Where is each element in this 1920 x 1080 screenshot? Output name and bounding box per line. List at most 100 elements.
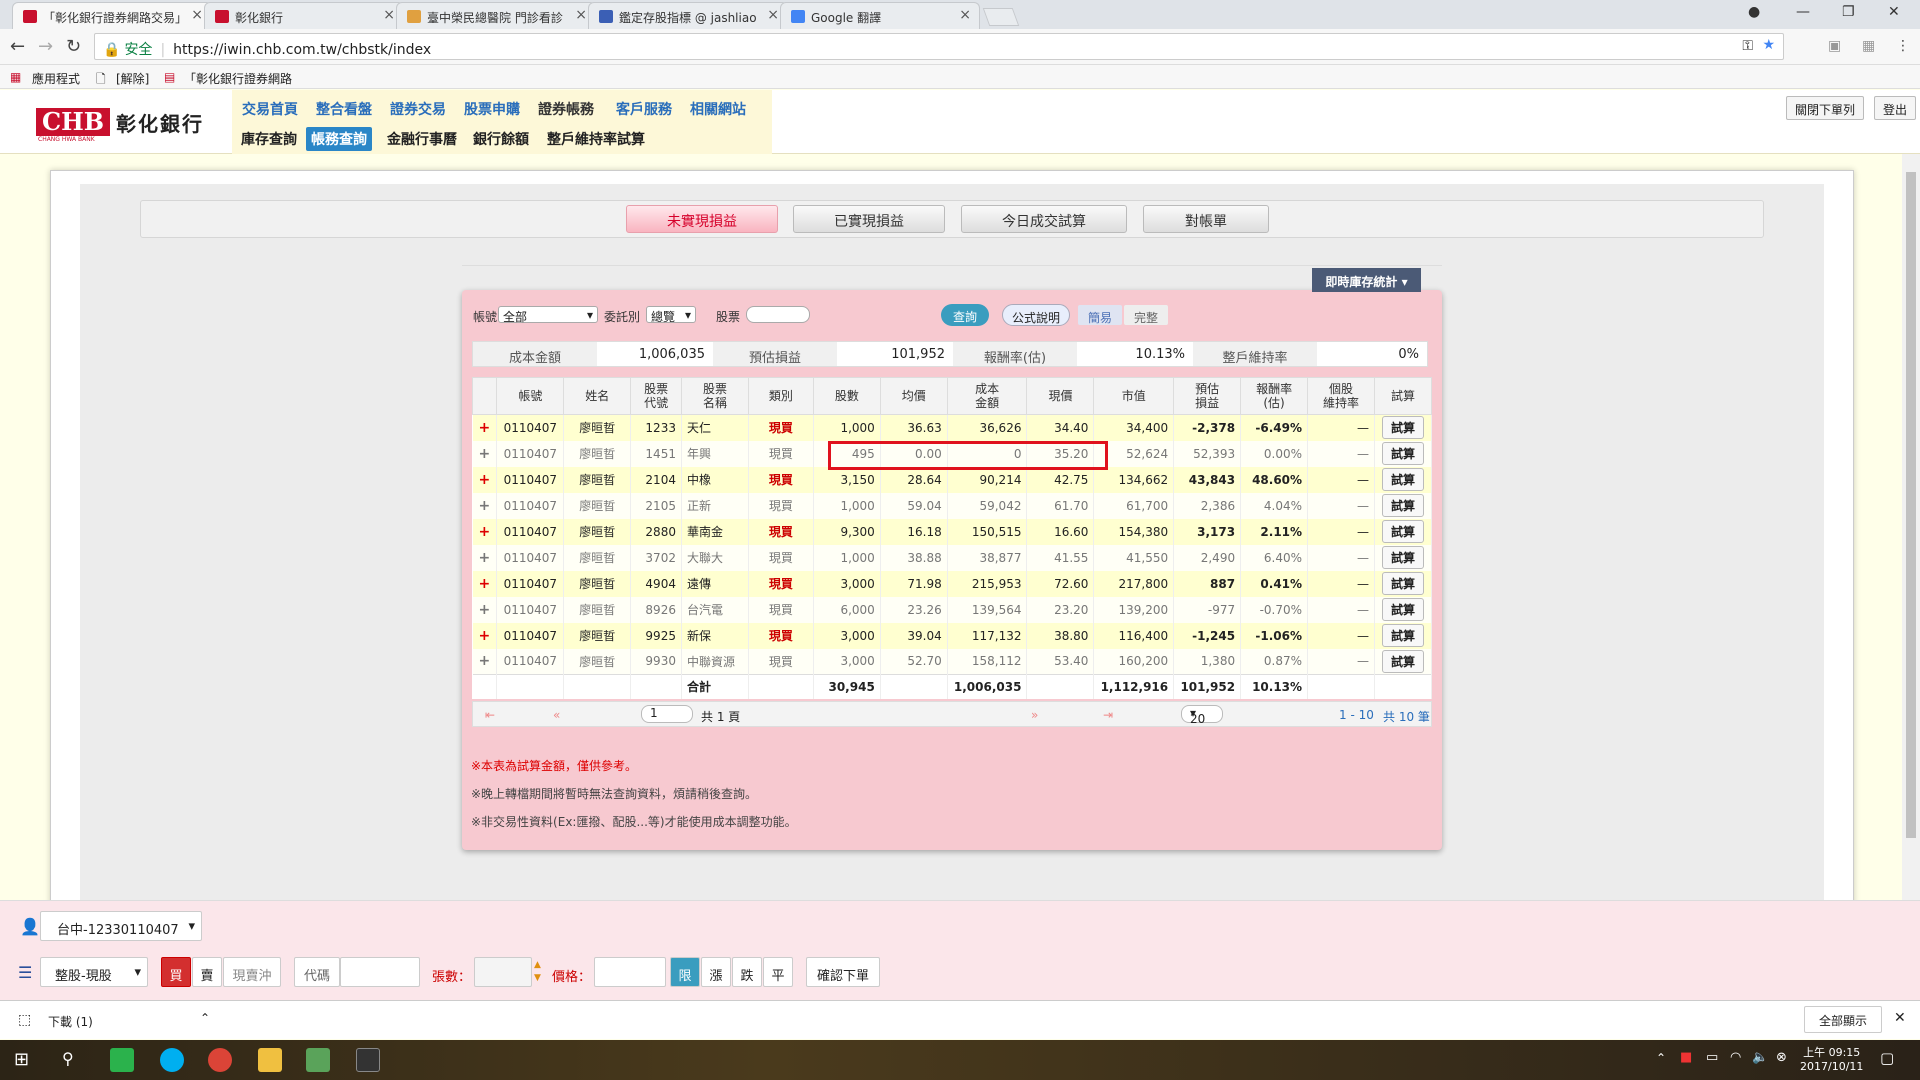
- back-icon[interactable]: ←: [10, 36, 25, 57]
- search-icon[interactable]: ⚲: [62, 1049, 74, 1068]
- download-item[interactable]: 下載 (1): [48, 1013, 93, 1030]
- window-close-icon[interactable]: ✕: [1888, 4, 1900, 20]
- expand-plus-icon[interactable]: +: [472, 544, 498, 571]
- trade-type-select[interactable]: 整股-現股 ▾: [40, 957, 148, 987]
- minimize-icon[interactable]: —: [1796, 4, 1810, 20]
- ime-icon[interactable]: ⊗: [1776, 1050, 1787, 1065]
- nav-trading-home[interactable]: 交易首頁: [242, 99, 298, 119]
- subnav-account-query[interactable]: 帳務查詢: [306, 127, 372, 151]
- table-row[interactable]: +0110407 廖晅晢 1233 天仁 現買 1,000 36.63 36,626 34.40…: [472, 414, 1432, 441]
- tray-chevron-icon[interactable]: ⌃: [1656, 1051, 1666, 1065]
- wifi-icon[interactable]: ◠: [1730, 1050, 1741, 1065]
- table-row[interactable]: +0110407 廖晅晢 2880 華南金 現買 9,300 16.18 150,515 16.…: [472, 518, 1432, 545]
- account-select[interactable]: 全部 ▾: [498, 306, 598, 324]
- chrome-icon[interactable]: [208, 1048, 232, 1072]
- flat-price-button[interactable]: 平: [763, 957, 793, 987]
- scrollbar-thumb[interactable]: [1906, 172, 1916, 838]
- key-icon[interactable]: ⚿: [1742, 38, 1753, 54]
- table-row[interactable]: +0110407 廖晅晢 9930 中聯資源 現買 3,000 52.70 158,112 53…: [472, 648, 1432, 675]
- tab-statement[interactable]: 對帳單: [1143, 205, 1269, 233]
- extension-icon[interactable]: ▦: [1862, 38, 1875, 54]
- table-row[interactable]: +0110407 廖晅晢 9925 新保 現買 3,000 39.04 117,132 38.8…: [472, 622, 1432, 649]
- menu-icon[interactable]: ⋮: [1896, 38, 1910, 54]
- nav-securities-trading[interactable]: 證券交易: [390, 99, 446, 119]
- stock-input[interactable]: [746, 306, 810, 323]
- close-order-bar-button[interactable]: 關閉下單列: [1786, 96, 1865, 120]
- restore-icon[interactable]: ❐: [1842, 4, 1855, 20]
- price-input[interactable]: [594, 957, 666, 987]
- limit-button[interactable]: 限: [670, 957, 700, 987]
- close-icon[interactable]: ×: [959, 7, 971, 23]
- nav-ipo[interactable]: 股票申購: [464, 99, 520, 119]
- extension-icon[interactable]: ▣: [1828, 38, 1841, 54]
- subnav-maintenance-calc[interactable]: 整戶維持率試算: [542, 127, 650, 151]
- next-page-icon[interactable]: »: [1031, 708, 1038, 722]
- confirm-order-button[interactable]: 確認下單: [806, 957, 880, 987]
- realtime-stats-button[interactable]: 即時庫存統計 ▾: [1312, 268, 1421, 292]
- volume-icon[interactable]: 🔈: [1752, 1050, 1768, 1065]
- subnav-inventory[interactable]: 庫存查詢: [236, 127, 302, 151]
- trial-calc-button[interactable]: 試算: [1381, 649, 1424, 673]
- windows-start-icon[interactable]: ⊞: [14, 1049, 29, 1070]
- expand-plus-icon[interactable]: +: [472, 596, 498, 623]
- limit-down-button[interactable]: 跌: [732, 957, 762, 987]
- query-button[interactable]: 查詢: [941, 304, 989, 326]
- last-page-icon[interactable]: ⇥: [1103, 708, 1113, 722]
- expand-plus-icon[interactable]: +: [472, 440, 498, 467]
- trial-calc-button[interactable]: 試算: [1381, 546, 1424, 569]
- expand-plus-icon[interactable]: +: [472, 570, 498, 597]
- formula-button[interactable]: 公式說明: [1002, 304, 1070, 326]
- qty-stepper-icon[interactable]: ▲ ▼: [534, 959, 541, 985]
- buy-button[interactable]: 買: [161, 957, 191, 987]
- bookmark-unlock[interactable]: [解除]: [116, 70, 149, 87]
- new-tab-button[interactable]: [982, 8, 1020, 26]
- chb-logo[interactable]: CHB 彰化銀行 CHANG HWA BANK: [36, 108, 232, 143]
- clock[interactable]: 上午 09:15 2017/10/11: [1800, 1044, 1863, 1073]
- trial-calc-button[interactable]: 試算: [1381, 624, 1424, 647]
- tab-realized-pl[interactable]: 已實現損益: [793, 205, 945, 233]
- browser-tab[interactable]: 鑑定存股指標 @ jashliao ×: [588, 2, 788, 29]
- tab-today-trades[interactable]: 今日成交試算: [961, 205, 1127, 233]
- expand-plus-icon[interactable]: +: [472, 648, 498, 675]
- nav-customer-service[interactable]: 客戶服務: [616, 99, 672, 119]
- page-input[interactable]: 1: [641, 705, 693, 723]
- notepad-icon[interactable]: [306, 1048, 330, 1072]
- nav-accounts[interactable]: 證券帳務: [538, 99, 594, 119]
- nav-related-sites[interactable]: 相關網站: [690, 99, 746, 119]
- browser-tab[interactable]: Google 翻譯 ×: [780, 2, 980, 29]
- expand-plus-icon[interactable]: +: [472, 492, 498, 519]
- expand-plus-icon[interactable]: +: [472, 414, 498, 441]
- sell-button[interactable]: 賣: [192, 957, 222, 987]
- table-row[interactable]: +0110407 廖晅晢 4904 遠傳 現買 3,000 71.98 215,953 72.6…: [472, 570, 1432, 597]
- code-input[interactable]: [340, 957, 420, 987]
- nav-integrated-quotes[interactable]: 整合看盤: [316, 99, 372, 119]
- battery-icon[interactable]: ▭: [1706, 1050, 1718, 1065]
- table-row[interactable]: +0110407 廖晅晢 2105 正新 現買 1,000 59.04 59,042 61.70…: [472, 492, 1432, 519]
- tab-unrealized-pl[interactable]: 未實現損益: [626, 205, 778, 233]
- show-all-downloads-button[interactable]: 全部顯示: [1804, 1006, 1882, 1033]
- trial-calc-button[interactable]: 試算: [1381, 598, 1424, 621]
- daytrade-button[interactable]: 現賣沖: [223, 957, 281, 987]
- url-bar[interactable]: 🔒 安全 | https://iwin.chb.com.tw/chbstk/index…: [94, 33, 1784, 60]
- calculator-icon[interactable]: [356, 1048, 380, 1072]
- table-row[interactable]: +0110407 廖晅晢 2104 中橡 現買 3,150 28.64 90,214 42.75…: [472, 466, 1432, 493]
- tray-app-icon[interactable]: ■: [1680, 1050, 1692, 1065]
- chevron-up-icon[interactable]: ⌃: [200, 1011, 210, 1025]
- forward-icon[interactable]: →: [38, 36, 53, 57]
- close-icon[interactable]: ×: [383, 7, 395, 23]
- trial-calc-button[interactable]: 試算: [1381, 416, 1424, 440]
- qty-input[interactable]: [474, 957, 532, 987]
- trial-calc-button[interactable]: 試算: [1381, 520, 1424, 543]
- simple-view-button[interactable]: 簡易: [1078, 305, 1122, 325]
- browser-tab[interactable]: 「彰化銀行證券網路交易」 ×: [12, 2, 212, 29]
- full-view-button[interactable]: 完整: [1124, 305, 1168, 325]
- close-icon[interactable]: ×: [575, 7, 587, 23]
- page-size-select[interactable]: 20 ▾: [1181, 705, 1223, 726]
- trial-calc-button[interactable]: 試算: [1381, 468, 1424, 491]
- reload-icon[interactable]: ↻: [66, 36, 81, 57]
- close-icon[interactable]: ×: [767, 7, 779, 23]
- page-scrollbar[interactable]: [1902, 154, 1920, 900]
- order-type-select[interactable]: 總覽 ▾: [646, 306, 696, 324]
- expand-plus-icon[interactable]: +: [472, 466, 498, 493]
- subnav-calendar[interactable]: 金融行事曆: [382, 127, 462, 151]
